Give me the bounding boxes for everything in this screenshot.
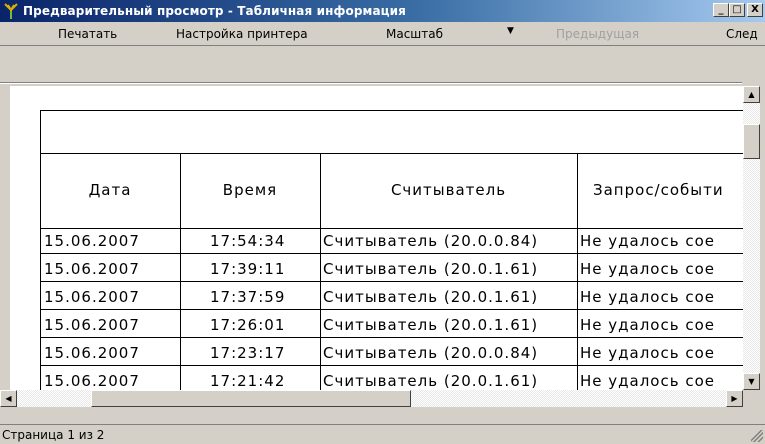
scroll-left-icon[interactable]: ◀ — [0, 390, 17, 407]
cell-reader: Считыватель (20.0.0.84) — [323, 232, 539, 250]
cell-date: 15.06.2007 — [44, 344, 140, 362]
printer-setup-button[interactable]: Настройка принтера — [176, 27, 308, 41]
horizontal-scroll-thumb[interactable] — [91, 390, 411, 407]
column-header-reader: Считыватель — [390, 181, 507, 199]
row-line — [40, 309, 743, 310]
page-margin — [0, 84, 10, 390]
cell-date: 15.06.2007 — [44, 372, 140, 390]
preview-page: Дата Время Считыватель Запрос/событи 15.… — [10, 86, 743, 390]
next-page-button[interactable]: След — [726, 27, 758, 41]
scroll-down-icon[interactable]: ▼ — [743, 373, 760, 390]
scroll-right-icon[interactable]: ▶ — [726, 390, 743, 407]
column-header-time: Время — [222, 181, 278, 199]
toolbar-spacer — [0, 47, 765, 84]
cell-event: Не удалось сое — [580, 232, 715, 250]
minimize-button[interactable]: _ — [713, 3, 729, 17]
maximize-button[interactable]: □ — [729, 3, 745, 17]
zoom-button[interactable]: Масштаб — [386, 27, 443, 41]
cell-event: Не удалось сое — [580, 260, 715, 278]
window-title: Предварительный просмотр - Табличная инф… — [23, 4, 406, 18]
print-button[interactable]: Печатать — [58, 27, 117, 41]
cell-time: 17:39:11 — [210, 260, 286, 278]
cell-event: Не удалось сое — [580, 372, 715, 390]
cell-time: 17:21:42 — [210, 372, 286, 390]
cell-time: 17:54:34 — [210, 232, 286, 250]
row-line — [40, 365, 743, 366]
column-header-date: Дата — [88, 181, 132, 199]
scroll-up-icon[interactable]: ▲ — [743, 86, 760, 103]
cell-date: 15.06.2007 — [44, 316, 140, 334]
cell-time: 17:26:01 — [210, 316, 286, 334]
toolbar: Печатать Настройка принтера Масштаб ▼ Пр… — [0, 22, 765, 46]
status-bar: Страница 1 из 2 — [0, 424, 765, 444]
cell-time: 17:37:59 — [210, 288, 286, 306]
close-button[interactable]: X — [747, 3, 763, 17]
row-line — [40, 337, 743, 338]
vertical-scrollbar[interactable]: ▲ ▼ — [743, 86, 760, 390]
cell-date: 15.06.2007 — [44, 288, 140, 306]
cell-time: 17:23:17 — [210, 344, 286, 362]
cell-event: Не удалось сое — [580, 316, 715, 334]
zoom-dropdown-arrow-icon[interactable]: ▼ — [507, 26, 514, 36]
column-header-event: Запрос/событи — [593, 181, 724, 199]
vertical-scroll-thumb[interactable] — [743, 124, 760, 159]
scrollbar-corner — [743, 390, 760, 407]
app-icon — [2, 2, 20, 20]
resize-grip-icon[interactable] — [751, 430, 763, 442]
header-bottom-line — [40, 228, 743, 229]
cell-reader: Считыватель (20.0.1.61) — [323, 260, 539, 278]
cell-date: 15.06.2007 — [44, 260, 140, 278]
cell-event: Не удалось сое — [580, 288, 715, 306]
previous-page-button[interactable]: Предыдущая — [556, 27, 639, 41]
divider — [0, 82, 742, 84]
cell-reader: Считыватель (20.0.0.84) — [323, 344, 539, 362]
header-top-line — [40, 153, 743, 154]
row-line — [40, 281, 743, 282]
cell-event: Не удалось сое — [580, 344, 715, 362]
page-indicator: Страница 1 из 2 — [2, 428, 105, 442]
title-bar: Предварительный просмотр - Табличная инф… — [0, 0, 765, 22]
cell-reader: Считыватель (20.0.1.61) — [323, 316, 539, 334]
cell-reader: Считыватель (20.0.1.61) — [323, 288, 539, 306]
cell-reader: Считыватель (20.0.1.61) — [323, 372, 539, 390]
horizontal-scrollbar[interactable]: ◀ ▶ — [0, 390, 743, 407]
row-line — [40, 253, 743, 254]
cell-date: 15.06.2007 — [44, 232, 140, 250]
